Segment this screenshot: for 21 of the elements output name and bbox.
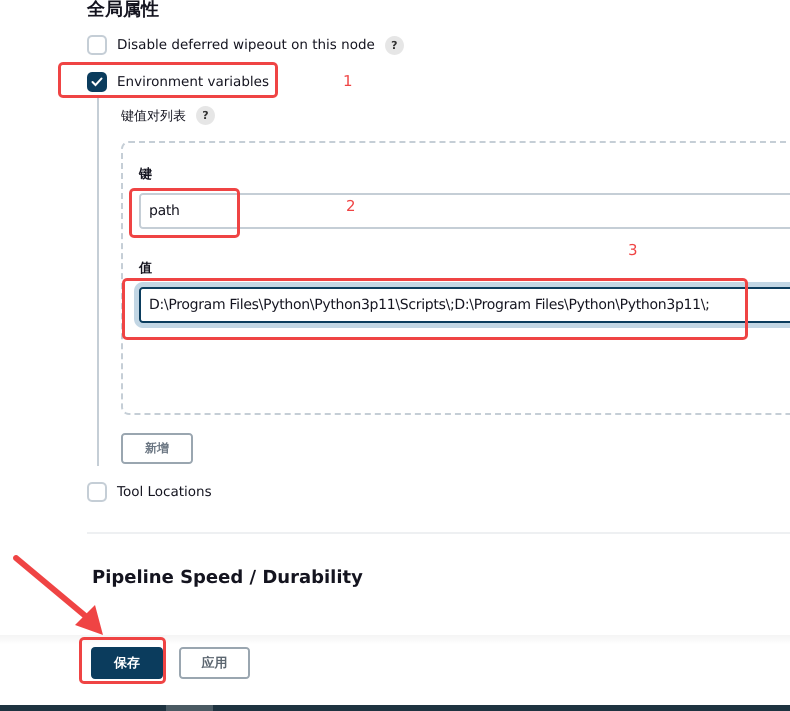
checkbox[interactable] <box>87 72 107 92</box>
check-icon <box>91 77 103 87</box>
value-field[interactable]: D:\Program Files\Python\Python3p11\Scripts\;D:\Program Files\Python\Python3p11\; <box>139 287 790 323</box>
option-label: Environment variables <box>117 74 269 90</box>
help-icon[interactable]: ? <box>196 106 215 125</box>
checkbox[interactable] <box>87 482 107 502</box>
annotation-number: 2 <box>346 197 356 215</box>
option-label: Tool Locations <box>117 484 212 500</box>
annotation-number: 1 <box>343 72 353 90</box>
section-heading: 全局属性 <box>87 0 160 19</box>
list-label: 键值对列表 <box>121 108 186 124</box>
apply-button[interactable]: 应用 <box>179 647 250 679</box>
annotation-number: 3 <box>628 241 638 259</box>
add-button[interactable]: 新增 <box>121 433 193 464</box>
field-label: 键 <box>139 166 153 183</box>
checkbox[interactable] <box>87 35 107 55</box>
section-heading: Pipeline Speed / Durability <box>92 567 364 588</box>
option-label: Disable deferred wipeout on this node <box>117 37 375 53</box>
help-icon[interactable]: ? <box>384 36 404 54</box>
field-label: 值 <box>139 260 153 277</box>
save-button[interactable]: 保存 <box>91 647 163 679</box>
